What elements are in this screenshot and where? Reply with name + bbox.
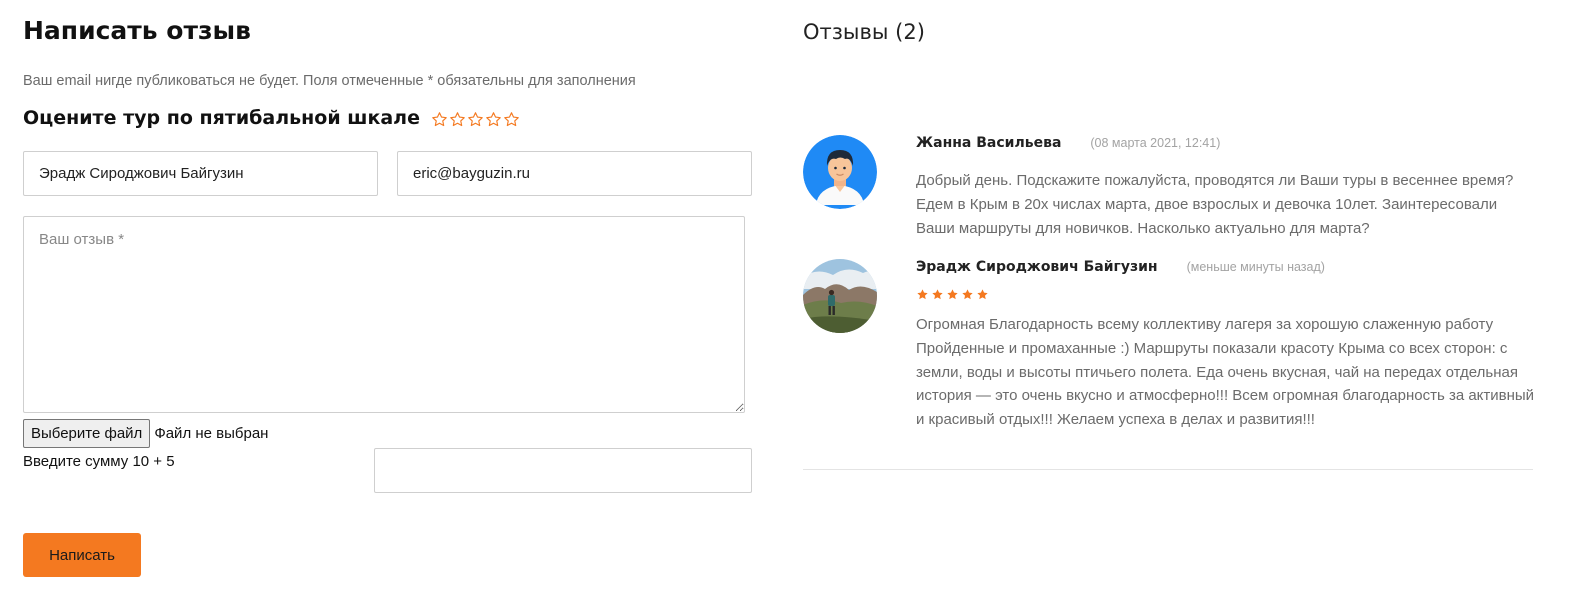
review-author: Эрадж Сироджович Байгузин — [916, 259, 1158, 275]
submit-button[interactable]: Написать — [23, 533, 141, 577]
captcha-field[interactable] — [374, 448, 752, 493]
rating-star-5[interactable] — [503, 111, 520, 128]
star-filled-icon — [947, 289, 958, 300]
file-status: Файл не выбран — [154, 425, 269, 442]
star-filled-icon — [962, 289, 973, 300]
rating-star-2[interactable] — [449, 111, 466, 128]
rating-star-4[interactable] — [485, 111, 502, 128]
rating-stars — [431, 111, 520, 128]
captcha-label: Введите сумму 10 + 5 — [23, 453, 175, 470]
review-date: (меньше минуты назад) — [1186, 260, 1325, 274]
review-text: Огромная Благодарность всему коллективу … — [916, 316, 1535, 429]
hiker-photo-avatar — [803, 259, 877, 333]
review-date: (08 марта 2021, 12:41) — [1090, 136, 1221, 150]
star-outline-icon — [486, 112, 501, 127]
review-author: Жанна Васильева — [916, 135, 1062, 151]
review-text: Добрый день. Подскажите пожалуйста, пров… — [916, 172, 1514, 237]
rating-star-1[interactable] — [431, 111, 448, 128]
reviews-title: Отзывы (2) — [803, 20, 925, 44]
star-outline-icon — [450, 112, 465, 127]
star-filled-icon — [977, 289, 988, 300]
star-outline-icon — [504, 112, 519, 127]
choose-file-button[interactable]: Выберите файл — [23, 419, 151, 448]
form-title: Написать отзыв — [23, 16, 251, 45]
review-rating-stars — [916, 288, 1536, 301]
required-fields-notice: Ваш email нигде публиковаться не будет. … — [23, 73, 636, 89]
star-outline-icon — [468, 112, 483, 127]
user-avatar-icon — [803, 135, 877, 209]
star-filled-icon — [932, 289, 943, 300]
star-outline-icon — [432, 112, 447, 127]
rating-label: Оцените тур по пятибальной шкале — [23, 107, 420, 129]
email-field[interactable] — [397, 151, 752, 196]
star-filled-icon — [917, 289, 928, 300]
review-textarea[interactable] — [23, 216, 745, 413]
reviews-divider — [803, 469, 1533, 470]
rating-star-3[interactable] — [467, 111, 484, 128]
name-field[interactable] — [23, 151, 378, 196]
file-upload: Выберите файл Файл не выбран — [23, 419, 268, 448]
